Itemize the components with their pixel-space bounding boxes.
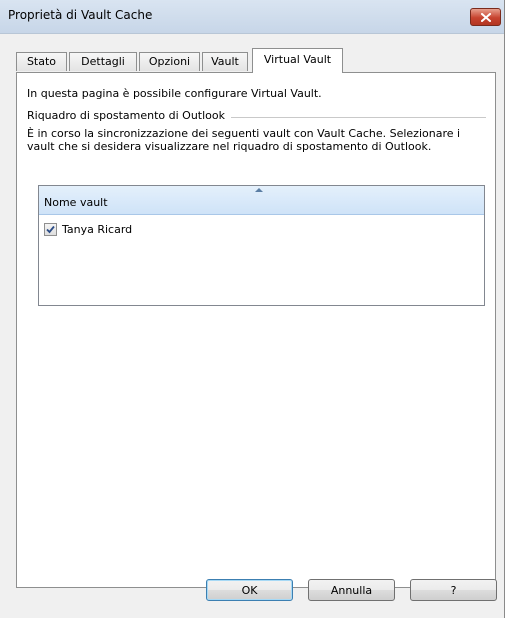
- intro-text: In questa pagina è possibile configurare…: [27, 87, 322, 100]
- tab-virtual-vault[interactable]: Virtual Vault: [252, 48, 343, 73]
- ok-button[interactable]: OK: [206, 579, 293, 601]
- column-header-nome-vault[interactable]: Nome vault: [39, 186, 484, 215]
- group-label: Riquadro di spostamento di Outlook: [27, 109, 232, 122]
- tab-opzioni[interactable]: Opzioni: [139, 52, 200, 71]
- sort-ascending-icon: [255, 188, 263, 192]
- description-text: È in corso la sincronizzazione dei segue…: [27, 127, 461, 153]
- tab-panel-virtual-vault: In questa pagina è possibile configurare…: [16, 72, 496, 588]
- tab-dettagli[interactable]: Dettagli: [69, 52, 137, 71]
- window-title: Proprietà di Vault Cache: [8, 8, 153, 22]
- properties-dialog: Proprietà di Vault Cache Stato Dettagli …: [0, 0, 505, 618]
- vault-checkbox[interactable]: [44, 223, 57, 236]
- group-divider: [231, 117, 486, 118]
- dialog-client-area: Stato Dettagli Opzioni Vault Virtual Vau…: [7, 34, 503, 618]
- title-bar[interactable]: Proprietà di Vault Cache: [0, 0, 504, 34]
- vault-list[interactable]: Nome vault Tanya Ricard: [38, 185, 485, 306]
- list-item-label: Tanya Ricard: [62, 223, 133, 236]
- tab-vault[interactable]: Vault: [202, 52, 248, 71]
- close-button[interactable]: [470, 8, 501, 26]
- close-icon: [480, 12, 491, 22]
- list-item[interactable]: Tanya Ricard: [42, 222, 342, 238]
- tab-stato[interactable]: Stato: [16, 52, 67, 71]
- cancel-button[interactable]: Annulla: [308, 579, 395, 601]
- checkmark-icon: [46, 225, 55, 234]
- column-header-label: Nome vault: [44, 196, 108, 209]
- help-button[interactable]: ?: [410, 579, 497, 601]
